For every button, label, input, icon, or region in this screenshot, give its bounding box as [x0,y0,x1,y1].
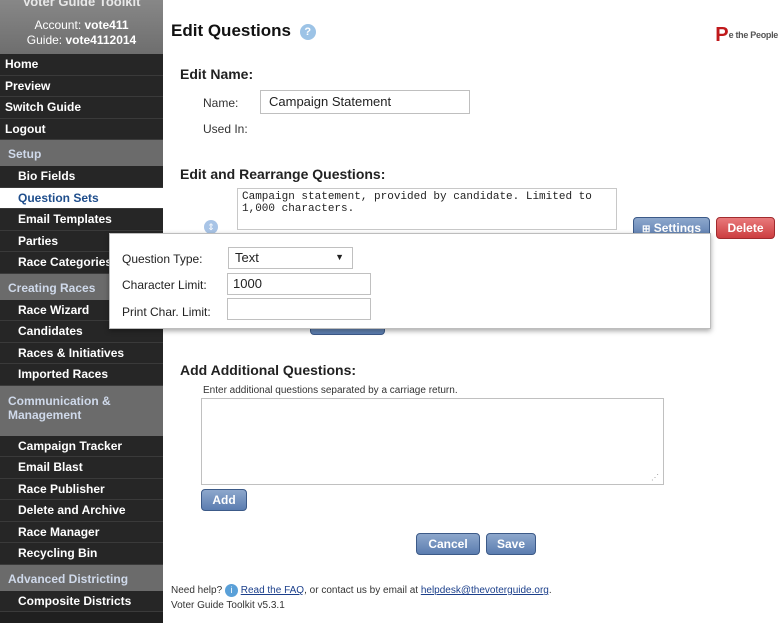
save-button[interactable]: Save [486,533,536,555]
additional-instructions: Enter additional questions separated by … [203,385,458,396]
helpdesk-email-link[interactable]: helpdesk@thevoterguide.org [421,585,549,596]
nav-bio-fields[interactable]: Bio Fields [0,166,163,188]
nav-email-blast[interactable]: Email Blast [0,457,163,479]
question-type-label: Question Type: [122,252,203,266]
question-settings-popup: Question Type: Text ▼ Character Limit: 1… [109,233,711,329]
section-communication: Communication & Management [0,385,163,436]
nav-campaign-tracker[interactable]: Campaign Tracker [0,435,163,457]
nav-logout[interactable]: Logout [0,118,163,140]
guide-label: Guide: [26,33,63,47]
resize-grip-icon[interactable]: ⋰ [651,473,659,482]
page-title-text: Edit Questions [171,21,291,40]
nav-imported-races[interactable]: Imported Races [0,364,163,386]
account-value: vote411 [84,18,129,32]
character-limit-label: Character Limit: [122,278,207,292]
footer: Need help? i Read the FAQ, or contact us… [171,583,552,611]
drag-handle-icon[interactable]: ⇕ [204,220,218,234]
contact-text: , or contact us by email at [304,585,419,596]
print-char-limit-input[interactable] [227,298,371,320]
rearrange-heading: Edit and Rearrange Questions: [180,166,386,182]
section-setup: Setup [0,140,163,166]
nav-home[interactable]: Home [0,54,163,76]
name-label: Name: [203,96,239,110]
logo-mark-icon: P [715,24,729,46]
logo: Pe the People [715,24,778,47]
question-type-select[interactable]: Text ▼ [228,247,353,269]
used-in-label: Used In: [203,122,248,136]
nav-email-templates[interactable]: Email Templates [0,209,163,231]
section-advanced-districting: Advanced Districting [0,564,163,591]
nav-question-sets[interactable]: Question Sets [0,187,163,209]
brand-title: Voter Guide Toolkit [22,0,141,9]
need-help-text: Need help? [171,585,223,596]
guide-value: vote4112014 [65,33,137,47]
character-limit-input[interactable]: 1000 [227,273,371,295]
nav-race-manager[interactable]: Race Manager [0,521,163,543]
name-input[interactable]: Campaign Statement [260,90,470,114]
nav-preview[interactable]: Preview [0,75,163,97]
page-title: Edit Questions ? [171,21,316,41]
nav-race-publisher[interactable]: Race Publisher [0,478,163,500]
additional-heading: Add Additional Questions: [180,362,357,378]
additional-questions-textarea[interactable]: ⋰ [201,398,664,485]
logo-text: e the People [728,30,778,41]
help-icon[interactable]: ? [299,23,316,40]
add-button[interactable]: Add [201,489,247,511]
nav-races-initiatives[interactable]: Races & Initiatives [0,342,163,364]
question-text-area[interactable]: Campaign statement, provided by candidat… [237,188,617,230]
brand-block: Voter Guide Toolkit Account: vote411 Gui… [0,0,163,54]
delete-button[interactable]: Delete [716,217,775,239]
nav-recycling-bin[interactable]: Recycling Bin [0,543,163,565]
account-info: Account: vote411 Guide: vote4112014 [0,18,163,48]
dropdown-arrow-icon: ▼ [335,252,344,262]
info-icon: i [224,583,238,597]
print-char-limit-label: Print Char. Limit: [122,305,211,319]
cancel-button[interactable]: Cancel [416,533,480,555]
question-type-value: Text [235,250,259,265]
faq-link[interactable]: Read the FAQ [241,585,304,596]
version-text: Voter Guide Toolkit v5.3.1 [171,600,285,611]
nav-switch-guide[interactable]: Switch Guide [0,97,163,119]
nav-delete-archive[interactable]: Delete and Archive [0,500,163,522]
nav-composite-districts[interactable]: Composite Districts [0,590,163,612]
account-label: Account: [34,18,82,32]
edit-name-heading: Edit Name: [180,66,254,82]
